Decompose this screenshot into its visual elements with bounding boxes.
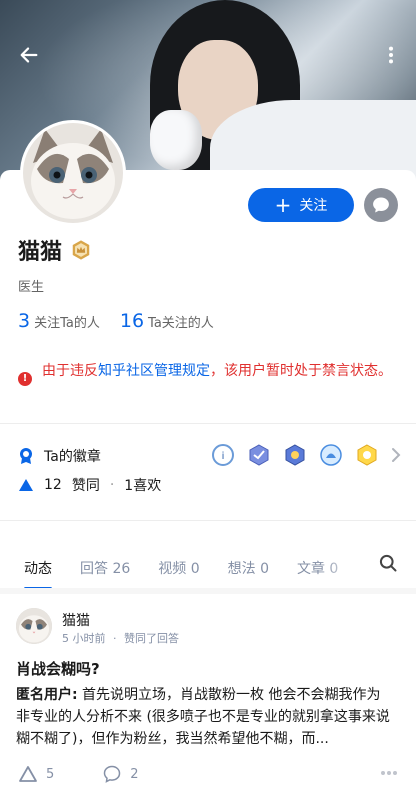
ban-notice: ! 由于违反知乎社区管理规定，该用户暂时处于禁言状态。 bbox=[18, 360, 402, 386]
tab-videos[interactable]: 视频 0 bbox=[158, 558, 199, 578]
feed-meta-separator: · bbox=[113, 632, 117, 645]
tab-answers[interactable]: 回答 26 bbox=[80, 558, 130, 578]
badge-icon bbox=[320, 444, 342, 466]
excerpt-author: 匿名用户: bbox=[16, 687, 78, 703]
tab-thoughts[interactable]: 想法 0 bbox=[228, 558, 269, 578]
occupation: 医生 bbox=[18, 280, 45, 295]
badge-icon bbox=[356, 444, 378, 466]
badge-list: i bbox=[212, 444, 378, 466]
feed-action: 赞同了回答 bbox=[124, 632, 179, 645]
feed-actions: 5 2 bbox=[18, 764, 179, 784]
feed-time: 5 小时前 bbox=[62, 632, 106, 645]
medal-icon bbox=[20, 448, 32, 464]
divider bbox=[0, 423, 416, 424]
feed-author-name[interactable]: 猫猫 bbox=[62, 610, 90, 630]
chevron-right-icon[interactable] bbox=[390, 447, 402, 463]
name-row: 猫猫 bbox=[18, 234, 92, 266]
follow-button-label: 关注 bbox=[299, 198, 328, 214]
status-bar bbox=[0, 0, 416, 28]
following-label: 关注Ta的人 bbox=[34, 316, 100, 331]
profile-name: 猫猫 bbox=[18, 240, 63, 265]
warning-icon: ! bbox=[18, 372, 32, 386]
badge-icon: i bbox=[212, 444, 234, 466]
badges-row[interactable]: Ta的徽章 i bbox=[18, 444, 402, 468]
comment-icon bbox=[104, 765, 121, 783]
plus-icon: + bbox=[274, 193, 292, 217]
avatar[interactable] bbox=[20, 120, 126, 226]
follow-button[interactable]: + 关注 bbox=[248, 188, 354, 222]
badges-label: Ta的徽章 bbox=[44, 449, 101, 465]
search-icon bbox=[379, 554, 397, 572]
follow-stats: 3 关注Ta的人 16 Ta关注的人 bbox=[18, 310, 214, 332]
svg-text:i: i bbox=[222, 451, 225, 462]
following-stat[interactable]: 3 关注Ta的人 bbox=[18, 310, 100, 332]
followers-stat[interactable]: 16 Ta关注的人 bbox=[120, 310, 214, 332]
followers-label: Ta关注的人 bbox=[148, 316, 214, 331]
followers-count: 16 bbox=[119, 310, 145, 332]
cat-avatar-image bbox=[23, 123, 123, 223]
notice-suffix: ，该用户暂时处于禁言状态。 bbox=[210, 363, 392, 379]
crown-badge-icon bbox=[72, 240, 90, 260]
more-options-button[interactable] bbox=[376, 40, 406, 70]
profile-tabs: 动态 回答 26 视频 0 想法 0 文章 0 bbox=[0, 550, 416, 590]
more-vertical-icon bbox=[388, 46, 394, 64]
upvote-count: 5 bbox=[46, 766, 55, 782]
feed-question-title[interactable]: 肖战会糊吗? bbox=[16, 658, 100, 679]
feed-author-avatar[interactable] bbox=[16, 608, 52, 644]
more-horizontal-icon[interactable] bbox=[380, 770, 398, 776]
likes-count: 12 bbox=[44, 477, 62, 493]
feed-answer-excerpt[interactable]: 匿名用户: 首先说明立场，肖战散粉一枚 他会不会糊我作为非专业的人分析不来 (很… bbox=[16, 684, 392, 750]
message-button[interactable] bbox=[364, 188, 398, 222]
tab-activity[interactable]: 动态 bbox=[24, 558, 52, 590]
upvote-button[interactable]: 5 bbox=[18, 765, 54, 783]
feed-item[interactable]: 猫猫 5 小时前 · 赞同了回答 肖战会糊吗? 匿名用户: 首先说明立场，肖战散… bbox=[0, 594, 416, 800]
comment-button[interactable]: 2 bbox=[102, 764, 139, 784]
likes-row: 12 赞同 · 1喜欢 bbox=[18, 475, 161, 495]
search-button[interactable] bbox=[378, 553, 398, 577]
notice-prefix: 由于违反 bbox=[42, 363, 98, 379]
upvote-icon bbox=[19, 766, 37, 782]
following-count: 3 bbox=[18, 310, 31, 332]
triangle-up-icon bbox=[19, 479, 33, 491]
community-rules-link[interactable]: 知乎社区管理规定 bbox=[98, 363, 210, 379]
back-button[interactable] bbox=[14, 40, 44, 70]
likes-separator: · bbox=[109, 477, 115, 493]
badge-icon bbox=[248, 444, 270, 466]
message-bubble-icon bbox=[373, 197, 389, 213]
feed-meta: 5 小时前 · 赞同了回答 bbox=[62, 630, 179, 646]
badge-icon bbox=[284, 444, 306, 466]
favorites-count: 1喜欢 bbox=[124, 478, 162, 494]
likes-label: 赞同 bbox=[71, 478, 100, 494]
arrow-left-icon bbox=[20, 47, 38, 63]
divider bbox=[0, 520, 416, 521]
comment-count: 2 bbox=[130, 766, 139, 782]
